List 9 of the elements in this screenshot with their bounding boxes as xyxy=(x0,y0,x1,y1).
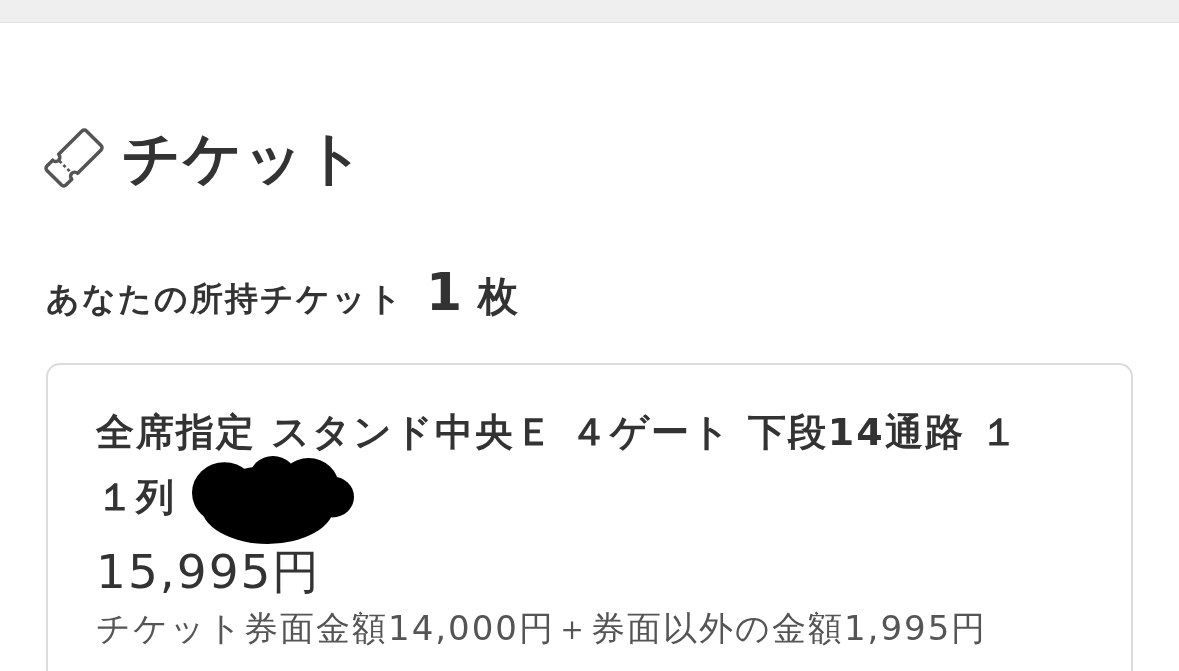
ticket-price: 15,995円 xyxy=(96,546,322,598)
ticket-count: 1 xyxy=(426,264,463,322)
seat-info-line: 全席指定 スタンド中央Ｅ ４ゲート 下段14通路 １ xyxy=(96,410,1020,455)
ticket-icon xyxy=(44,128,104,188)
owned-tickets-label: あなたの所持チケット xyxy=(46,279,404,319)
section-title: チケット xyxy=(122,129,366,187)
seat-info-line: １列 xyxy=(96,475,176,520)
count-unit: 枚 xyxy=(478,274,519,318)
price-breakdown: チケット券面金額14,000円＋券面以外の金額1,995円 xyxy=(96,608,988,649)
